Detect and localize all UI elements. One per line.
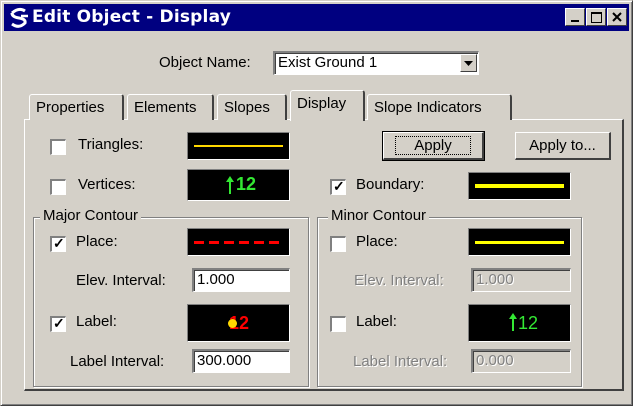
major-place-symbology-swatch[interactable] xyxy=(187,228,290,256)
tab-elements[interactable]: Elements xyxy=(127,94,214,120)
combo-dropdown-button[interactable] xyxy=(460,54,477,72)
checkmark-icon: ✓ xyxy=(53,235,65,251)
vertices-symbology-swatch[interactable]: 12 xyxy=(187,169,290,201)
object-name-combo[interactable]: Exist Ground 1 xyxy=(273,51,479,75)
boundary-checkbox[interactable]: ✓ xyxy=(330,178,346,195)
triangles-label: Triangles: xyxy=(78,136,144,153)
label-marker-icon xyxy=(509,313,517,331)
checkmark-icon: ✓ xyxy=(333,178,345,194)
tab-slope-indicators[interactable]: Slope Indicators xyxy=(367,94,512,120)
apply-to-button[interactable]: Apply to... xyxy=(515,132,611,160)
vertices-swatch-text: 12 xyxy=(236,174,257,194)
tab-display[interactable]: Display xyxy=(290,90,365,121)
title-bar[interactable]: Edit Object - Display xyxy=(4,4,629,31)
major-place-label: Place: xyxy=(76,233,118,250)
tab-slopes[interactable]: Slopes xyxy=(217,94,287,120)
object-name-value: Exist Ground 1 xyxy=(278,54,378,71)
triangles-symbology-swatch[interactable] xyxy=(187,132,290,160)
minor-label-label: Label: xyxy=(356,313,397,330)
edit-object-window: Edit Object - Display Object Name: Exist… xyxy=(0,0,633,406)
major-label-checkbox[interactable]: ✓ xyxy=(50,315,66,332)
window-title: Edit Object - Display xyxy=(32,7,232,27)
apply-button-label: Apply xyxy=(395,136,471,155)
app-s-logo-icon xyxy=(10,7,28,28)
minor-label-swatch-text: 12 xyxy=(518,313,539,333)
major-place-checkbox[interactable]: ✓ xyxy=(50,235,66,252)
major-label-interval-label: Label Interval: xyxy=(70,353,165,370)
minor-label-checkbox[interactable] xyxy=(330,316,346,332)
minor-place-line-sample xyxy=(475,241,564,244)
maximize-icon xyxy=(591,12,602,23)
object-name-label: Object Name: xyxy=(159,54,251,71)
minor-place-checkbox[interactable] xyxy=(330,236,346,252)
tab-properties[interactable]: Properties xyxy=(29,94,124,120)
major-elev-interval-label: Elev. Interval: xyxy=(76,272,166,289)
major-contour-title: Major Contour xyxy=(40,207,142,224)
major-elev-interval-input[interactable]: 1.000 xyxy=(192,268,290,292)
major-label-label: Label: xyxy=(76,313,117,330)
minor-place-symbology-swatch[interactable] xyxy=(468,228,571,256)
major-label-origin-marker-icon xyxy=(228,319,237,328)
minor-elev-interval-label: Elev. Interval: xyxy=(354,272,444,289)
minor-contour-title: Minor Contour xyxy=(328,207,430,224)
checkmark-icon: ✓ xyxy=(53,315,65,331)
major-label-interval-input[interactable]: 300.000 xyxy=(192,349,290,373)
close-icon xyxy=(612,12,622,22)
triangles-line-sample xyxy=(194,145,283,147)
chevron-down-icon xyxy=(464,61,473,66)
minor-label-symbology-swatch[interactable]: 12 xyxy=(468,304,571,342)
minimize-icon xyxy=(571,20,579,22)
minor-elev-interval-input[interactable]: 1.000 xyxy=(471,268,571,292)
major-place-dashed-line xyxy=(194,241,283,244)
minor-label-interval-label: Label Interval: xyxy=(353,353,448,370)
vertices-label: Vertices: xyxy=(78,176,136,193)
minor-label-interval-input[interactable]: 0.000 xyxy=(471,349,571,373)
minimize-button[interactable] xyxy=(565,8,585,26)
vertex-marker-icon xyxy=(226,176,234,194)
boundary-symbology-swatch[interactable] xyxy=(468,172,571,200)
triangles-checkbox[interactable] xyxy=(50,139,66,155)
major-label-symbology-swatch[interactable]: 12 xyxy=(187,304,290,342)
maximize-button[interactable] xyxy=(586,8,606,26)
close-button[interactable] xyxy=(607,8,627,26)
apply-button[interactable]: Apply xyxy=(382,131,485,161)
boundary-label: Boundary: xyxy=(356,176,425,193)
boundary-line-sample xyxy=(475,184,564,188)
minor-place-label: Place: xyxy=(356,233,398,250)
vertices-checkbox[interactable] xyxy=(50,179,66,195)
